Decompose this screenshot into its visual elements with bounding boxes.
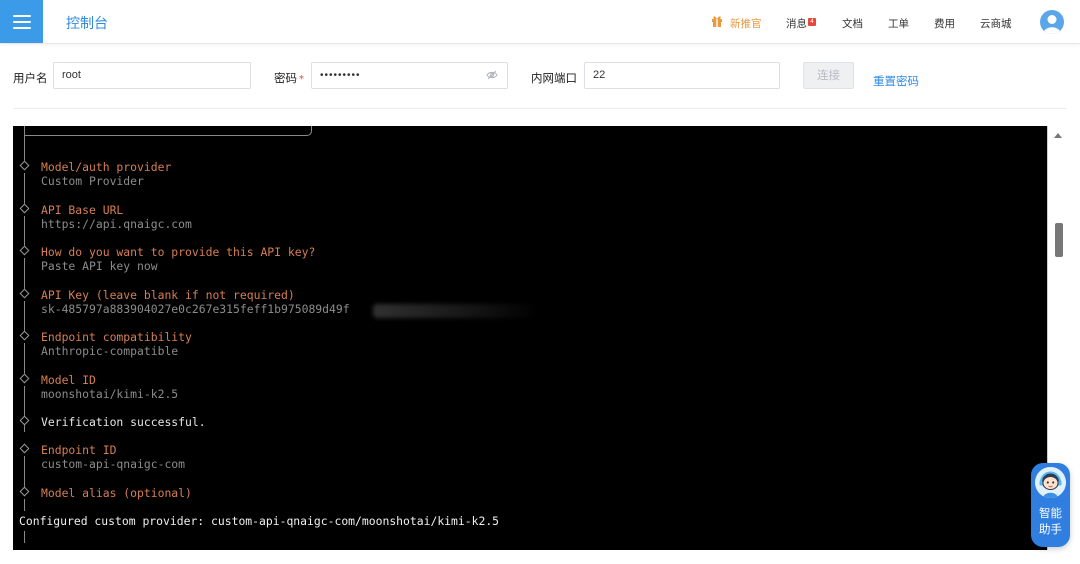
terminal-prompt: How do you want to provide this API key? bbox=[41, 245, 316, 259]
terminal-answer: custom-api-qnaigc-com bbox=[41, 457, 186, 471]
required-mark: * bbox=[299, 74, 304, 85]
port-label: 内网端口 bbox=[531, 71, 577, 85]
nav-docs[interactable]: 文档 bbox=[842, 16, 863, 31]
diamond-icon bbox=[19, 288, 30, 299]
terminal-answer: Anthropic-compatible bbox=[41, 344, 179, 358]
nav-messages[interactable]: 消息 4 bbox=[786, 16, 816, 31]
nav-messages-label: 消息 bbox=[786, 18, 807, 30]
diamond-icon bbox=[19, 415, 30, 426]
assistant-label-line2: 助手 bbox=[1039, 522, 1062, 536]
reset-password-link[interactable]: 重置密码 bbox=[873, 73, 919, 89]
assistant-avatar-icon bbox=[1035, 467, 1066, 498]
nav-promo[interactable]: 新推官 bbox=[730, 16, 762, 31]
terminal-prompt: Endpoint compatibility bbox=[41, 330, 192, 344]
guide-line bbox=[24, 343, 25, 375]
guide-line bbox=[24, 301, 25, 333]
terminal-final-line: Configured custom provider: custom-api-q… bbox=[19, 514, 500, 528]
diamond-icon bbox=[19, 443, 30, 454]
connect-button[interactable]: 连接 bbox=[803, 62, 854, 89]
redacted-key bbox=[373, 304, 538, 318]
guide-line bbox=[24, 456, 25, 488]
username-label: 用户名 bbox=[13, 71, 48, 85]
guide-line bbox=[24, 216, 25, 248]
user-icon bbox=[1043, 15, 1061, 34]
terminal-prompt: Endpoint ID bbox=[41, 443, 117, 457]
diamond-icon bbox=[19, 245, 30, 256]
menu-toggle-button[interactable] bbox=[0, 0, 43, 43]
box-border-line bbox=[24, 126, 312, 136]
assistant-label-line1: 智能 bbox=[1039, 506, 1062, 520]
guide-line bbox=[24, 531, 25, 543]
app-title[interactable]: 控制台 bbox=[66, 13, 108, 33]
guide-line bbox=[24, 136, 25, 162]
diamond-icon bbox=[19, 203, 30, 214]
user-avatar[interactable] bbox=[1040, 10, 1064, 34]
terminal-prompt: Model/auth provider bbox=[41, 160, 172, 174]
terminal-answer: sk-485797a883904027e0c267e315feff1b97508… bbox=[41, 302, 350, 316]
nav-marketplace[interactable]: 云商城 bbox=[980, 16, 1012, 31]
password-field[interactable]: ••••••••• bbox=[311, 62, 508, 89]
terminal-status: Verification successful. bbox=[41, 415, 206, 429]
guide-line bbox=[24, 499, 25, 511]
terminal-output: Model/auth provider Custom Provider API … bbox=[13, 126, 1047, 550]
terminal-answer: https://api.qnaigc.com bbox=[41, 217, 192, 231]
terminal-prompt: API Key (leave blank if not required) bbox=[41, 288, 295, 302]
terminal-answer: moonshotai/kimi-k2.5 bbox=[41, 387, 179, 401]
password-label-text: 密码 bbox=[274, 71, 297, 85]
port-field[interactable]: 22 bbox=[584, 62, 780, 89]
divider bbox=[13, 108, 1067, 109]
terminal[interactable]: Model/auth provider Custom Provider API … bbox=[13, 126, 1067, 550]
terminal-answer: Custom Provider bbox=[41, 174, 144, 188]
diamond-icon bbox=[19, 373, 30, 384]
messages-badge: 4 bbox=[808, 18, 816, 26]
scroll-up-icon[interactable] bbox=[1054, 133, 1062, 138]
diamond-icon bbox=[19, 486, 30, 497]
terminal-prompt: Model alias (optional) bbox=[41, 486, 192, 500]
assistant-widget[interactable]: 智能 助手 bbox=[1031, 463, 1070, 547]
scroll-thumb[interactable] bbox=[1055, 223, 1063, 257]
top-bar: 控制台 新推官 消息 4 文档 工单 费用 云商城 bbox=[0, 0, 1080, 44]
terminal-prompt: API Base URL bbox=[41, 203, 124, 217]
nav-tickets[interactable]: 工单 bbox=[888, 16, 909, 31]
diamond-icon bbox=[19, 330, 30, 341]
terminal-prompt: Model ID bbox=[41, 373, 96, 387]
hamburger-icon bbox=[12, 14, 31, 29]
eye-hidden-icon[interactable] bbox=[486, 70, 498, 80]
guide-line bbox=[24, 258, 25, 290]
password-label: 密码 * bbox=[274, 70, 304, 86]
diamond-icon bbox=[19, 160, 30, 171]
gift-icon bbox=[712, 16, 722, 27]
terminal-answer: Paste API key now bbox=[41, 259, 158, 273]
guide-line bbox=[24, 173, 25, 205]
username-field[interactable]: root bbox=[53, 62, 251, 89]
nav-billing[interactable]: 费用 bbox=[934, 16, 955, 31]
